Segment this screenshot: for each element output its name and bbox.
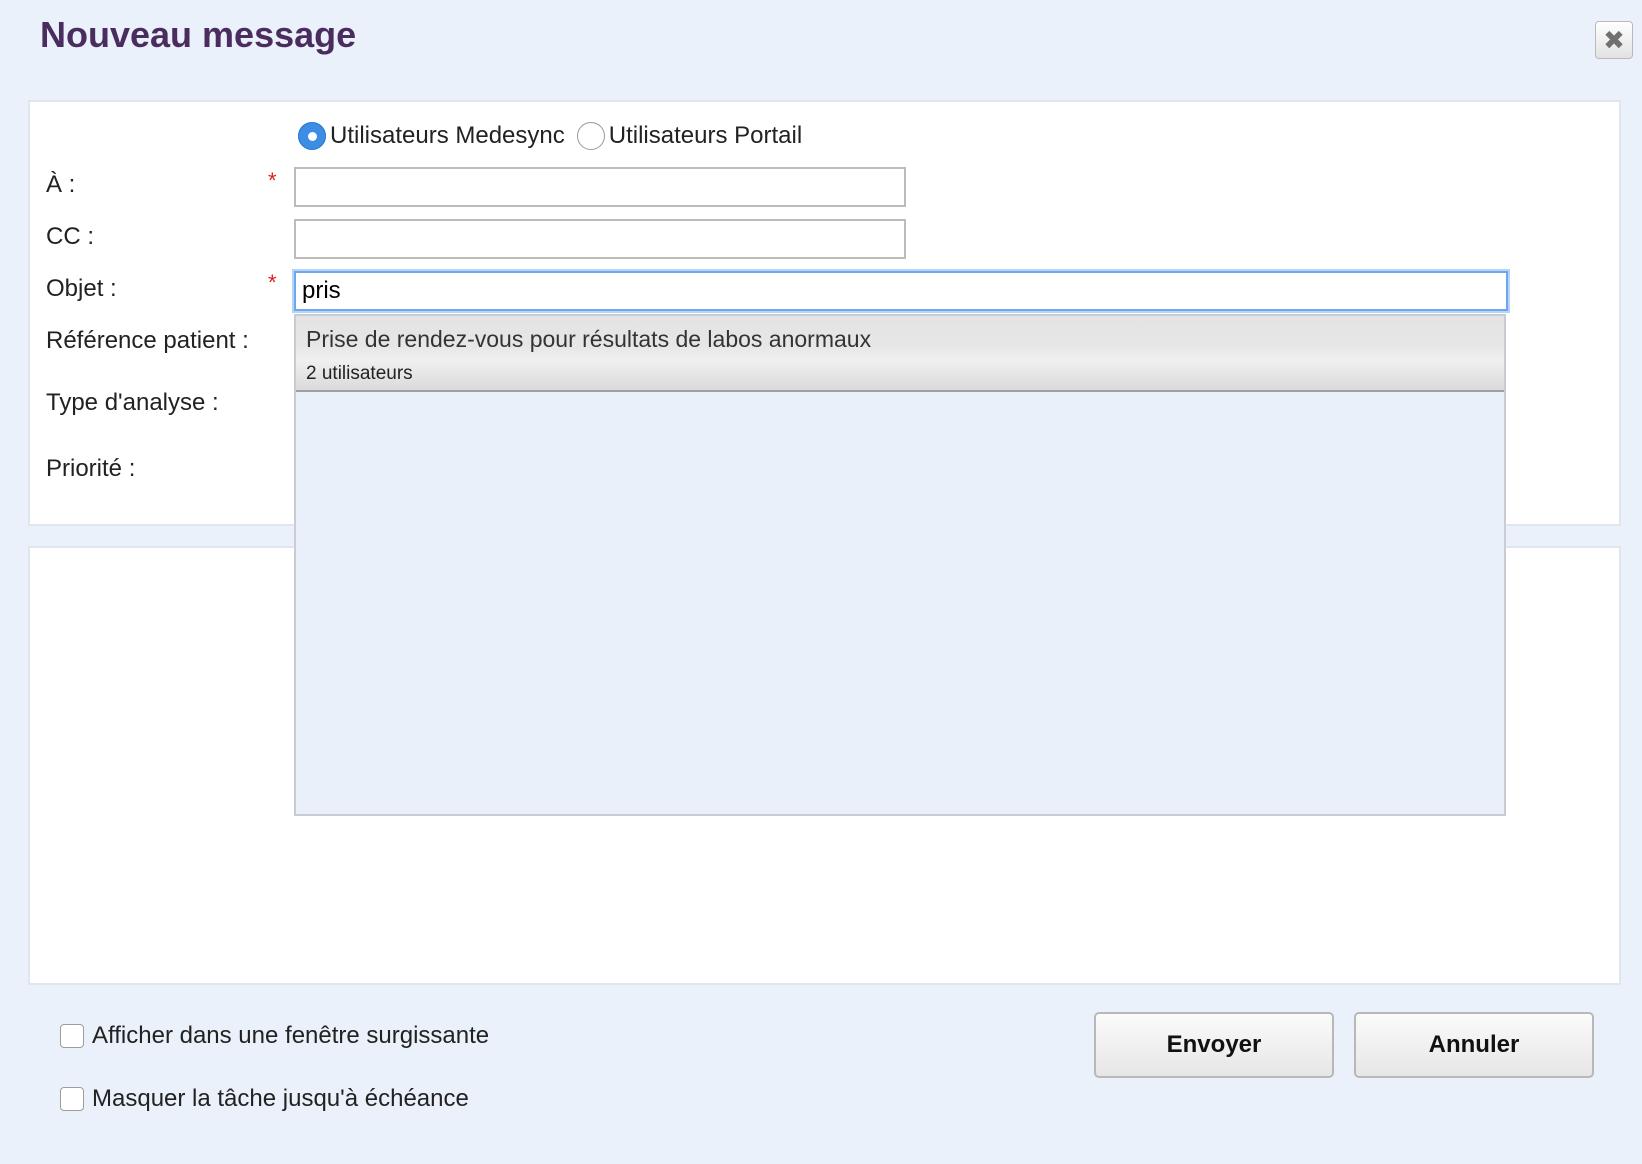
close-icon: ✖ bbox=[1603, 24, 1625, 55]
cancel-button[interactable]: Annuler bbox=[1354, 1012, 1594, 1078]
priority-label: Priorité : bbox=[46, 455, 136, 482]
hide-task-option: Masquer la tâche jusqu'à échéance bbox=[60, 1085, 469, 1113]
recipient-type-group: Utilisateurs Medesync Utilisateurs Porta… bbox=[298, 122, 814, 150]
subject-input[interactable] bbox=[294, 271, 1508, 311]
suggestion-title: Prise de rendez-vous pour résultats de l… bbox=[306, 326, 872, 352]
radio-portal-users[interactable] bbox=[576, 122, 605, 150]
to-input[interactable] bbox=[294, 167, 906, 207]
to-required-marker: * bbox=[268, 168, 277, 193]
popup-checkbox[interactable] bbox=[60, 1024, 84, 1048]
analysis-type-label: Type d'analyse : bbox=[46, 389, 219, 416]
cc-label: CC : bbox=[46, 223, 94, 250]
new-message-dialog: Nouveau message ✖ Utilisateurs Medesync … bbox=[0, 0, 1642, 1164]
patient-reference-label: Référence patient : bbox=[46, 327, 249, 354]
dialog-title: Nouveau message bbox=[40, 14, 357, 55]
subject-required-marker: * bbox=[268, 270, 277, 295]
close-button[interactable]: ✖ bbox=[1595, 21, 1633, 59]
autocomplete-suggestion[interactable]: Prise de rendez-vous pour résultats de l… bbox=[296, 316, 1504, 392]
hide-task-checkbox[interactable] bbox=[60, 1087, 84, 1111]
radio-medesync-users[interactable] bbox=[298, 122, 326, 150]
cc-input[interactable] bbox=[294, 219, 906, 259]
hide-task-checkbox-label[interactable]: Masquer la tâche jusqu'à échéance bbox=[92, 1085, 469, 1113]
popup-option: Afficher dans une fenêtre surgissante bbox=[60, 1022, 489, 1050]
radio-medesync-users-label[interactable]: Utilisateurs Medesync bbox=[330, 122, 565, 150]
subject-autocomplete-dropdown: Prise de rendez-vous pour résultats de l… bbox=[294, 314, 1506, 816]
radio-portal-users-label[interactable]: Utilisateurs Portail bbox=[609, 122, 802, 150]
suggestion-subtitle: 2 utilisateurs bbox=[306, 363, 413, 384]
subject-label: Objet : bbox=[46, 275, 117, 302]
send-button[interactable]: Envoyer bbox=[1094, 1012, 1334, 1078]
popup-checkbox-label[interactable]: Afficher dans une fenêtre surgissante bbox=[92, 1022, 489, 1050]
to-label: À : bbox=[46, 171, 76, 198]
